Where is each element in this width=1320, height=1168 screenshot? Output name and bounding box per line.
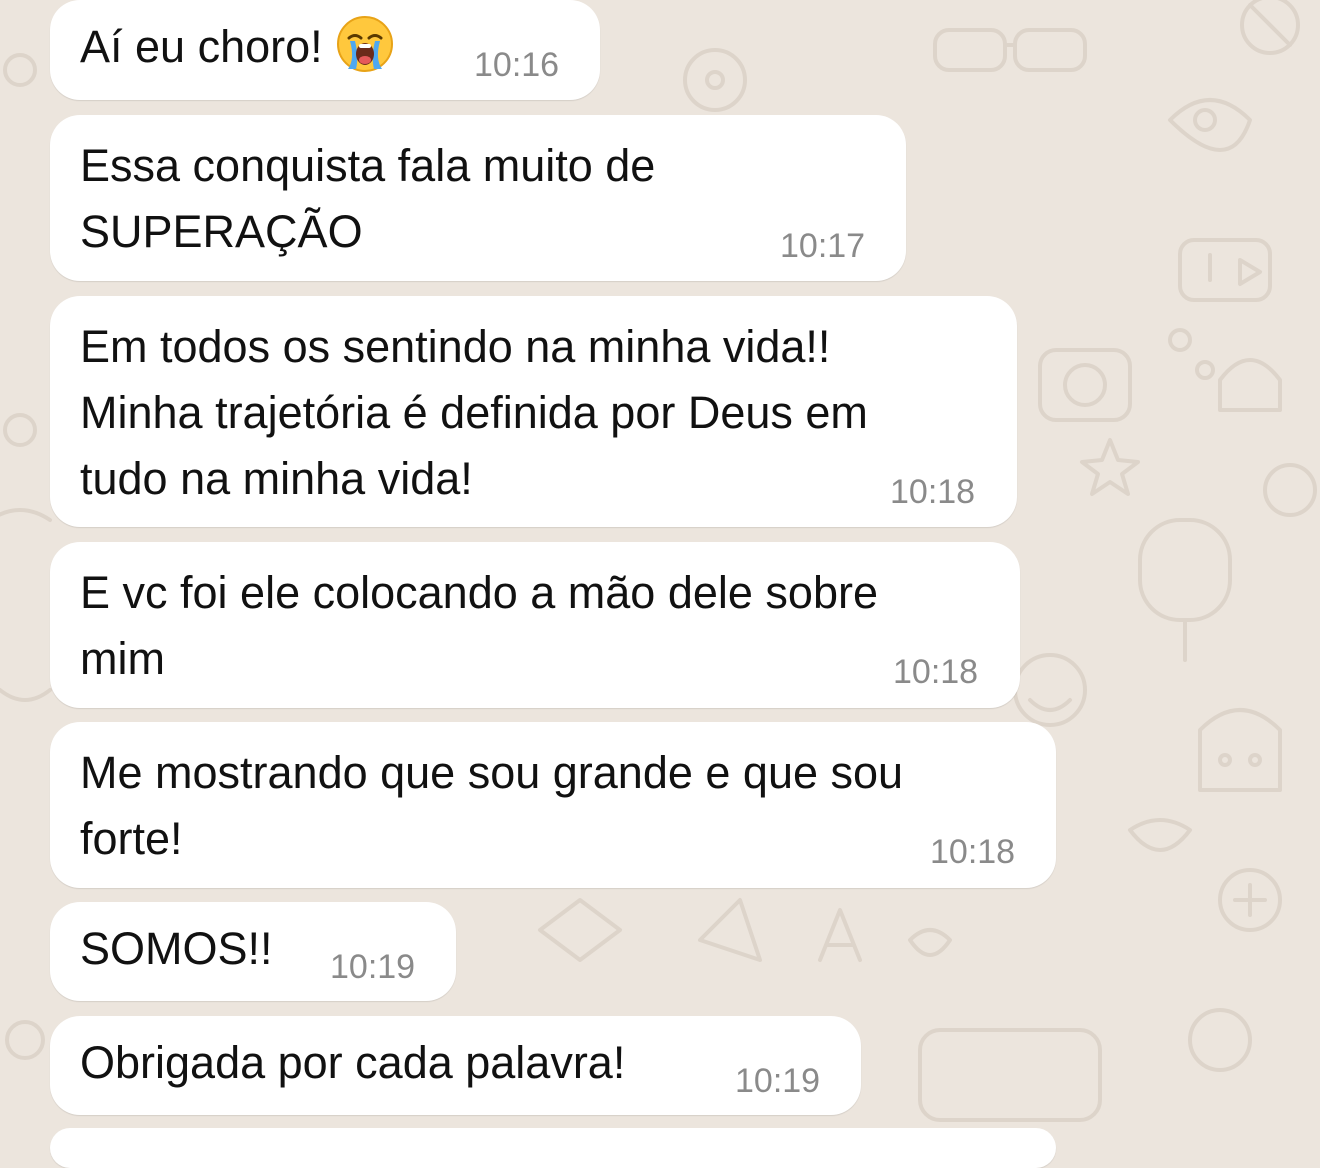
- message-bubble[interactable]: E vc foi ele colocando a mão dele sobre …: [50, 542, 1020, 708]
- message-timestamp: 10:19: [330, 948, 416, 986]
- loudly-crying-face-emoji-icon: [336, 16, 393, 72]
- message-timestamp: 10:18: [930, 833, 1016, 871]
- message-bubble[interactable]: SOMOS!! 10:19: [50, 902, 456, 1001]
- message-bubble[interactable]: Obrigada por cada palavra! 10:19: [50, 1016, 861, 1115]
- message-text: Me mostrando que sou grande e que sou fo…: [80, 747, 904, 864]
- message-bubble[interactable]: Me mostrando que sou grande e que sou fo…: [50, 722, 1056, 888]
- message-timestamp: 10:17: [780, 227, 866, 265]
- message-timestamp: 10:19: [735, 1062, 821, 1100]
- message-text: Essa conquista fala muito de SUPERAÇÃO: [80, 140, 656, 257]
- message-bubble-partial[interactable]: [50, 1128, 1056, 1168]
- message-bubble[interactable]: Essa conquista fala muito de SUPERAÇÃO 1…: [50, 115, 906, 281]
- message-timestamp: 10:18: [893, 653, 979, 691]
- message-bubble[interactable]: Em todos os sentindo na minha vida!! Min…: [50, 296, 1017, 527]
- message-text-wrapper: Aí eu choro!: [80, 14, 393, 80]
- message-text: Em todos os sentindo na minha vida!! Min…: [80, 321, 868, 504]
- message-text: E vc foi ele colocando a mão dele sobre …: [80, 567, 878, 684]
- chat-message-list[interactable]: Aí eu choro! 10:16 Essa conquista fala m…: [0, 0, 1320, 1168]
- message-text: Obrigada por cada palavra!: [80, 1037, 626, 1088]
- message-text: Aí eu choro!: [80, 21, 323, 72]
- message-bubble[interactable]: Aí eu choro! 10:16: [50, 0, 600, 100]
- message-text: SOMOS!!: [80, 923, 273, 974]
- message-timestamp: 10:16: [474, 46, 560, 84]
- message-timestamp: 10:18: [890, 473, 976, 511]
